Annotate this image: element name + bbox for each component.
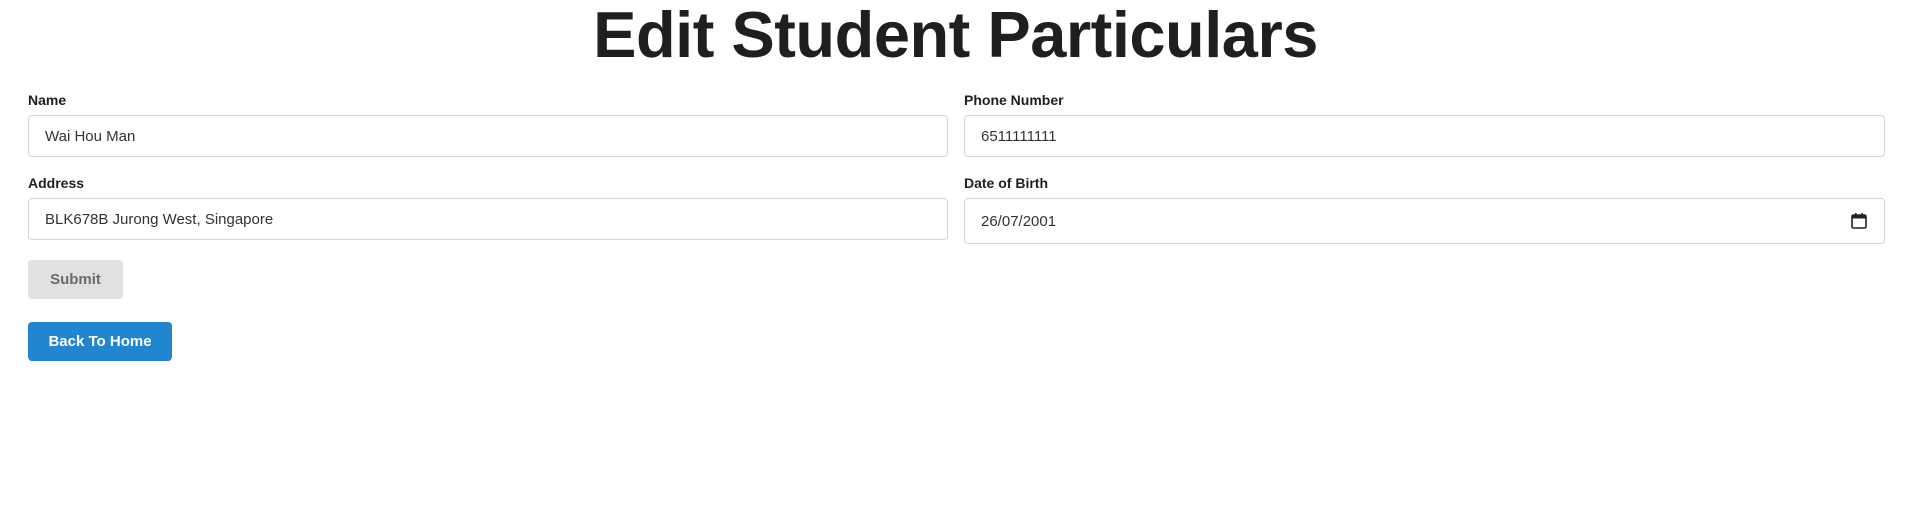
address-input[interactable]: BLK678B Jurong West, Singapore: [28, 198, 948, 240]
page-title: Edit Student Particulars: [593, 0, 1318, 71]
submit-button[interactable]: Submit: [28, 260, 123, 299]
phone-input[interactable]: 6511111111: [964, 115, 1885, 157]
dob-label: Date of Birth: [964, 175, 1048, 191]
dob-value: 26/07/2001: [981, 212, 1057, 230]
name-value: Wai Hou Man: [45, 127, 136, 145]
address-value: BLK678B Jurong West, Singapore: [45, 210, 274, 228]
dob-field: Date of Birth 26/07/2001: [964, 174, 1885, 244]
dob-input[interactable]: 26/07/2001: [964, 198, 1885, 244]
address-label: Address: [28, 175, 85, 191]
phone-value: 6511111111: [981, 127, 1057, 145]
phone-field: Phone Number 6511111111: [964, 91, 1885, 157]
address-field: Address BLK678B Jurong West, Singapore: [28, 174, 948, 240]
name-field: Name Wai Hou Man: [28, 91, 948, 157]
phone-label: Phone Number: [964, 92, 1064, 108]
calendar-icon[interactable]: [1850, 212, 1868, 230]
back-to-home-button[interactable]: Back To Home: [28, 322, 172, 361]
name-label: Name: [28, 92, 67, 108]
name-input[interactable]: Wai Hou Man: [28, 115, 948, 157]
